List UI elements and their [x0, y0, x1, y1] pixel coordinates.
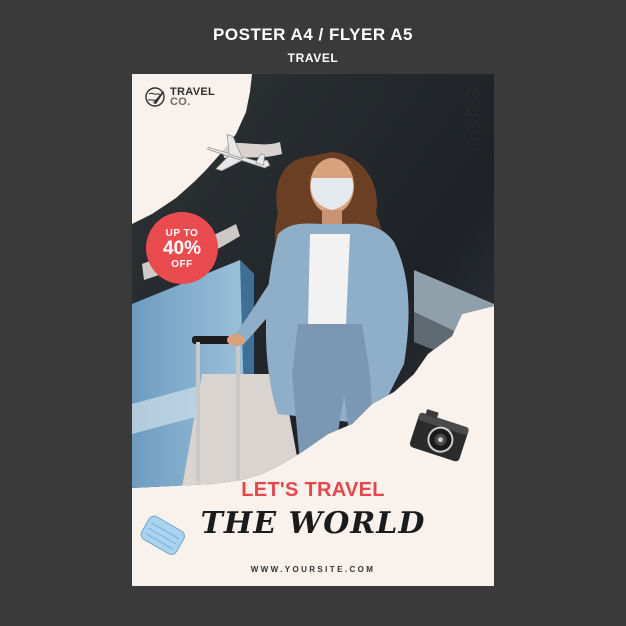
headline-line-2: THE WORLD	[200, 506, 426, 541]
social-icons: f t p ◎	[467, 87, 479, 150]
badge-percent: 40%	[162, 238, 202, 259]
headline-line-1: LET'S TRAVEL	[241, 479, 385, 501]
brand-logo: TRAVEL CO.	[144, 86, 215, 108]
badge-line-3: OFF	[171, 259, 193, 270]
website-link[interactable]: WWW.YOURSITE.COM	[132, 565, 494, 574]
instagram-icon[interactable]: ◎	[467, 138, 479, 150]
camera-icon	[409, 409, 469, 462]
page-header: POSTER A4 / FLYER A5 TRAVEL	[0, 24, 626, 66]
globe-plane-icon	[145, 87, 165, 107]
page-subtitle: TRAVEL	[287, 51, 339, 65]
page-title: POSTER A4 / FLYER A5	[213, 25, 413, 44]
discount-badge: UP TO 40% OFF	[146, 212, 218, 284]
twitter-icon[interactable]: t	[467, 104, 479, 116]
poster: TRAVEL CO. f t p ◎ UP TO 40% OFF LET'S T…	[132, 74, 494, 586]
facebook-icon[interactable]: f	[467, 87, 479, 99]
brand-name: TRAVEL CO.	[170, 87, 215, 108]
brand-line-2: CO.	[170, 96, 191, 108]
pinterest-icon[interactable]: p	[467, 121, 479, 133]
